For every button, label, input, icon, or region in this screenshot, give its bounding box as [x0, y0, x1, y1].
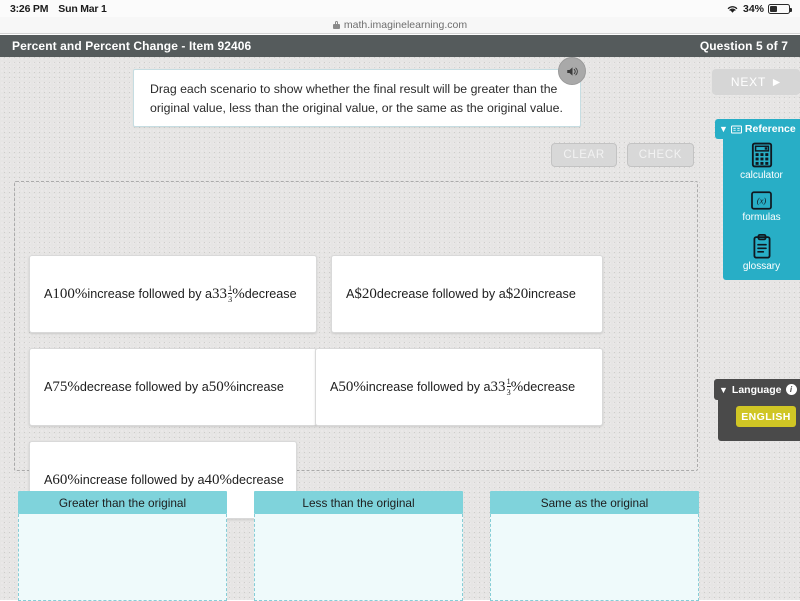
drop-zone-label: Greater than the original [18, 491, 227, 514]
drop-zone-less[interactable]: Less than the original [254, 491, 463, 601]
scenario-mid: increase followed by a [79, 473, 205, 487]
fraction-denominator: 3 [228, 293, 233, 304]
language-panel-toggle[interactable]: ▼ Language i [714, 379, 800, 400]
scenario-value1: 60% [52, 471, 80, 488]
fraction-numerator: 1 [506, 376, 511, 386]
scenario-suffix: decrease [523, 380, 576, 394]
scenario-prefix: A [44, 380, 53, 394]
scenario-prefix: A [44, 473, 53, 487]
drop-zone-greater[interactable]: Greater than the original [18, 491, 227, 601]
chevron-down-icon: ▼ [719, 124, 728, 134]
scenario-value2: 33 [212, 285, 228, 302]
scenario-mid: increase followed by a [365, 380, 491, 394]
action-button-group: CLEAR CHECK [551, 143, 694, 167]
status-bar-date: Sun Mar 1 [58, 2, 107, 15]
scenario-card[interactable]: A $20 decrease followed by a $20 increas… [331, 255, 603, 333]
scenario-text: A 100% increase followed by a 33 1 3% decr… [44, 283, 297, 304]
scenario-value2: $20 [505, 285, 529, 302]
next-button[interactable]: NEXT [712, 69, 800, 95]
scenario-card[interactable]: A 75% decrease followed by a 50% increas… [29, 348, 317, 426]
drop-zone-target[interactable] [18, 514, 227, 601]
ios-status-bar: 3:26 PM Sun Mar 1 34% [0, 0, 800, 17]
reference-panel-title: Reference [744, 123, 796, 135]
scenario-value2: 40 [204, 471, 220, 488]
url-text: math.imaginelearning.com [343, 19, 468, 31]
language-panel-title: Language [731, 383, 782, 396]
status-bar-right-group: 34% [726, 2, 793, 15]
calculator-icon [751, 142, 772, 168]
scenario-text: A 50% increase followed by a 33 1 3% decre… [330, 376, 576, 397]
lock-icon [332, 21, 340, 29]
book-icon [730, 124, 742, 134]
drop-zone-label: Same as the original [490, 491, 699, 514]
reference-item-glossary[interactable]: glossary [723, 234, 800, 272]
wifi-icon [726, 4, 739, 14]
formulas-icon: (x) [751, 191, 772, 210]
scenario-suffix: increase [528, 287, 576, 301]
scenario-card[interactable]: A 50% increase followed by a 33 1 3% decre… [315, 348, 603, 426]
scenario-value1: 100% [52, 285, 88, 302]
scenario-card[interactable]: A 100% increase followed by a 33 1 3% decr… [29, 255, 317, 333]
language-english-button[interactable]: ENGLISH [736, 406, 796, 427]
scenario-value2-suffix: % [510, 378, 524, 395]
scenario-prefix: A [44, 287, 53, 301]
scenario-mid: decrease followed by a [79, 380, 209, 394]
status-bar-clock: 3:26 PM [10, 2, 49, 15]
scenario-text: A 60% increase followed by a 40% decreas… [44, 472, 284, 489]
scenario-value2: 50 [208, 378, 224, 395]
instruction-box: Drag each scenario to show whether the f… [133, 69, 581, 127]
scenario-value1: 75% [52, 378, 80, 395]
lesson-title: Percent and Percent Change - Item 92406 [12, 39, 252, 53]
reference-panel-toggle[interactable]: ▼ Reference [715, 119, 800, 139]
drop-zone-target[interactable] [490, 514, 699, 601]
scenario-value1: $20 [354, 285, 377, 302]
question-counter: Question 5 of 7 [699, 39, 788, 53]
scenario-value2-suffix: % [223, 378, 237, 395]
reference-item-label: glossary [742, 261, 781, 272]
svg-text:(x): (x) [757, 196, 767, 206]
reference-panel: ▼ Reference calculator (x) formulas glos… [715, 119, 800, 280]
clear-button[interactable]: CLEAR [551, 143, 617, 167]
drop-zone-label: Less than the original [254, 491, 463, 514]
scenario-suffix: increase [236, 380, 284, 394]
scenario-value2-suffix: % [232, 285, 245, 302]
battery-percentage: 34% [742, 2, 764, 15]
language-panel: ▼ Language i ENGLISH [714, 379, 800, 441]
lesson-title-bar: Percent and Percent Change - Item 92406 … [0, 35, 800, 57]
speaker-icon[interactable] [558, 57, 586, 85]
scenario-prefix: A [346, 287, 355, 301]
fraction-numerator: 1 [228, 283, 233, 293]
browser-url-bar[interactable]: math.imaginelearning.com [0, 17, 800, 34]
fraction-denominator: 3 [506, 386, 511, 397]
reference-item-label: formulas [742, 212, 781, 223]
reference-item-formulas[interactable]: (x) formulas [723, 191, 800, 223]
check-button[interactable]: CHECK [626, 143, 694, 167]
clipboard-icon [753, 234, 770, 259]
drop-zone-same[interactable]: Same as the original [490, 491, 699, 601]
scenario-mid: increase followed by a [87, 287, 213, 301]
reference-item-label: calculator [740, 170, 783, 181]
scenario-mid: decrease followed by a [376, 287, 506, 301]
scenario-text: A $20 decrease followed by a $20 increas… [346, 286, 576, 303]
mixed-fraction: 13 [506, 376, 511, 397]
reference-item-calculator[interactable]: calculator [723, 142, 800, 181]
drop-zone-group: Greater than the original Less than the … [18, 491, 700, 601]
instruction-text: Drag each scenario to show whether the f… [150, 82, 563, 115]
chevron-down-icon: ▼ [719, 384, 728, 395]
scenario-value1: 50% [338, 378, 366, 395]
scenario-suffix: decrease [244, 287, 297, 301]
scenario-text: A 75% decrease followed by a 50% increas… [44, 379, 284, 396]
scenario-suffix: decrease [232, 473, 284, 487]
scenario-value2-suffix: % [219, 471, 233, 488]
info-icon[interactable]: i [785, 384, 797, 395]
drop-zone-target[interactable] [254, 514, 463, 601]
next-button-label: NEXT [730, 75, 767, 89]
activity-canvas: Drag each scenario to show whether the f… [0, 57, 800, 601]
battery-icon [768, 3, 793, 14]
scenario-value2: 33 [490, 378, 506, 395]
scenario-pool: A 100% increase followed by a 33 1 3% decr… [14, 181, 698, 519]
play-triangle-icon [773, 78, 781, 86]
mixed-fraction: 13 [228, 283, 233, 304]
scenario-prefix: A [330, 380, 339, 394]
